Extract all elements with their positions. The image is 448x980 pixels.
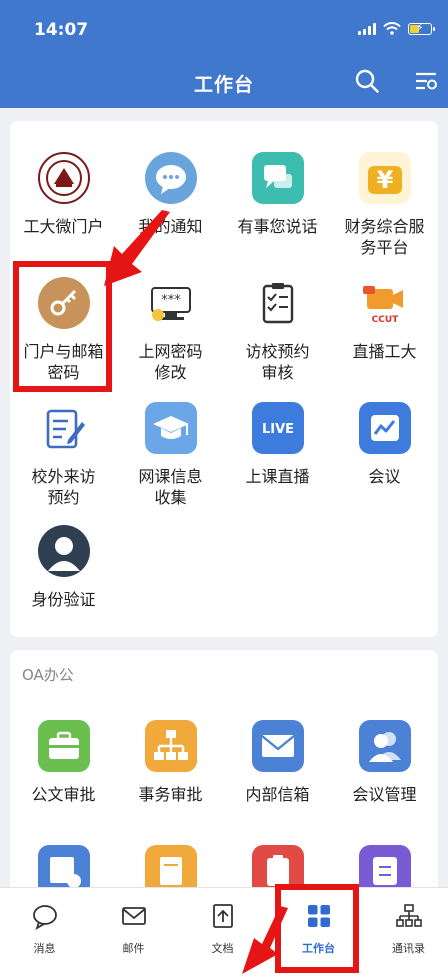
edit-form-icon (37, 402, 90, 454)
nav-label: 通讯录 (392, 942, 425, 955)
users-icon (358, 720, 411, 772)
app-tile-online-course[interactable]: 网课信息 收集 (117, 402, 224, 508)
signal-icon (358, 22, 376, 35)
app-tile-class-live[interactable]: LIVE 上课直播 (224, 402, 331, 487)
live-text: LIVE (261, 422, 293, 437)
mail-icon (121, 907, 146, 925)
filter-settings-icon[interactable] (413, 68, 439, 94)
app-tile-feedback[interactable]: 有事您说话 (224, 152, 331, 237)
live-badge-icon: LIVE (251, 402, 304, 454)
app-label: 直播工大 (352, 342, 417, 361)
clipboard-check-icon (251, 277, 304, 329)
section-title: OA办公 (22, 666, 74, 684)
highlight-box-portal-password (13, 261, 112, 392)
app-tile-visit-review[interactable]: 访校预约 审核 (224, 277, 331, 383)
app-label: 公文审批 (31, 785, 96, 804)
app-label: 访校预约 审核 (245, 342, 310, 382)
app-label: 财务综合服 务平台 (344, 217, 425, 257)
bottom-nav: 消息 邮件 文档 工作台 通讯录 (0, 887, 448, 980)
chat-bubble-icon (144, 152, 197, 204)
app-tile-internal-mail[interactable]: 内部信箱 (224, 720, 331, 805)
university-seal-icon (37, 152, 90, 204)
speech-bubbles-icon (251, 152, 304, 204)
meeting-chart-icon (358, 402, 411, 454)
app-label: 事务审批 (138, 785, 203, 804)
oa-section-card: OA办公 公文审批 事务审批 内部信箱 会议管理 (10, 650, 438, 910)
yuan-wallet-icon: ¥ (358, 152, 411, 204)
battery-icon: ⚡ (408, 21, 435, 35)
page-title: 工作台 (193, 74, 254, 96)
envelope-icon (251, 720, 304, 772)
app-tile-affairs-approval[interactable]: 事务审批 (117, 720, 224, 805)
search-icon[interactable] (354, 68, 380, 94)
live-camera-icon: CCUT (358, 277, 411, 329)
org-chart-icon (144, 720, 197, 772)
app-tile-meeting[interactable]: 会议 (331, 402, 438, 487)
nav-item-contacts[interactable]: 通讯录 (364, 888, 448, 968)
status-time: 14:07 (34, 20, 89, 40)
app-label: 身份验证 (31, 590, 96, 609)
arrow-pointer-icon (242, 906, 288, 974)
nav-item-messages[interactable]: 消息 (0, 888, 89, 968)
nav-label: 邮件 (122, 942, 145, 955)
app-label: 网课信息 收集 (138, 467, 203, 507)
wifi-icon (383, 22, 401, 35)
app-tile-identity[interactable]: 身份验证 (10, 525, 117, 610)
ccut-text: CCUT (371, 315, 399, 325)
app-tile-live-ccut[interactable]: CCUT 直播工大 (331, 277, 438, 362)
app-label: 有事您说话 (237, 217, 318, 236)
briefcase-icon (37, 720, 90, 772)
app-label: 会议 (368, 467, 401, 486)
app-tile-document-approval[interactable]: 公文审批 (10, 720, 117, 805)
app-label: 上课直播 (245, 467, 310, 486)
app-label: 内部信箱 (245, 785, 310, 804)
app-label: 会议管理 (352, 785, 417, 804)
app-header: 14:07 ⚡ 工作台 (0, 0, 448, 108)
app-label: 校外来访 预约 (31, 467, 96, 507)
arrow-pointer-icon (104, 210, 170, 286)
folder-doc-icon (212, 904, 233, 928)
status-icons: ⚡ (358, 21, 435, 35)
user-avatar-icon (37, 525, 90, 577)
app-tile-finance[interactable]: ¥ 财务综合服 务平台 (331, 152, 438, 258)
graduation-cap-icon (144, 402, 197, 454)
nav-item-mail[interactable]: 邮件 (89, 888, 178, 968)
org-tree-icon (395, 904, 422, 927)
app-tile-visitor-booking[interactable]: 校外来访 预约 (10, 402, 117, 508)
svg-text:¥: ¥ (376, 166, 393, 194)
app-tile-meeting-management[interactable]: 会议管理 (331, 720, 438, 805)
svg-text:***: *** (161, 293, 181, 308)
nav-label: 消息 (33, 942, 56, 955)
message-icon (32, 905, 57, 930)
app-tile-network-password[interactable]: *** 上网密码 修改 (117, 277, 224, 383)
app-label: 上网密码 修改 (138, 342, 203, 382)
